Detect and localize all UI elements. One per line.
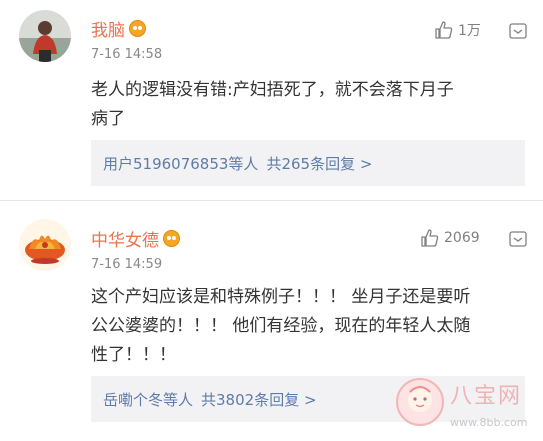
avatar[interactable] [19,10,71,62]
watermark: 八宝网 www.8bb.com [390,372,540,436]
reply-count-link[interactable]: 共265条回复 > [266,153,372,174]
more-icon[interactable] [508,229,528,249]
reply-count-link[interactable]: 共3802条回复 > [201,389,317,410]
content-line: 这个产妇应该是和特殊例子！！！ 坐月子还是要听 [91,287,471,307]
reply-users[interactable]: 用户5196076853等人 [103,153,258,174]
like-button[interactable]: 1万 [434,20,481,40]
like-icon [435,21,453,39]
like-count: 1万 [458,23,481,39]
username-text[interactable]: 我脑 [91,16,125,41]
watermark-logo-icon [396,378,444,426]
vip-badge-icon [129,20,146,37]
comment-content: 这个产妇应该是和特殊例子！！！ 坐月子还是要听 公公婆婆的！！！ 他们有经验，现… [91,283,521,370]
more-icon[interactable] [508,21,528,41]
timestamp: 7-16 14:58 [91,47,163,62]
content-line: 性了！！！ [91,345,176,365]
like-icon [421,229,439,247]
comment-content: 老人的逻辑没有错:产妇捂死了，就不会落下月子 病了 [91,76,521,134]
watermark-title: 八宝网 [450,384,523,409]
content-line: 病了 [91,109,125,129]
vip-badge-icon [163,230,180,247]
like-count: 2069 [444,230,480,246]
reply-users[interactable]: 岳嘞个冬等人 [103,389,193,410]
avatar[interactable] [19,219,71,271]
watermark-url: www.8bb.com [450,416,528,429]
username-text[interactable]: 中华女德 [91,226,159,251]
timestamp: 7-16 14:59 [91,257,163,272]
like-button[interactable]: 2069 [420,228,480,248]
comment-item: 我脑 7-16 14:58 1万 老人的逻辑没有错:产妇捂死了，就不会落下月子 … [0,0,543,200]
reply-summary[interactable]: 用户5196076853等人 共265条回复 > [91,140,525,186]
content-line: 公公婆婆的！！！ 他们有经验，现在的年轻人太随 [91,316,471,336]
username[interactable]: 我脑 [91,16,146,41]
content-line: 老人的逻辑没有错:产妇捂死了，就不会落下月子 [91,80,454,100]
username[interactable]: 中华女德 [91,226,180,251]
